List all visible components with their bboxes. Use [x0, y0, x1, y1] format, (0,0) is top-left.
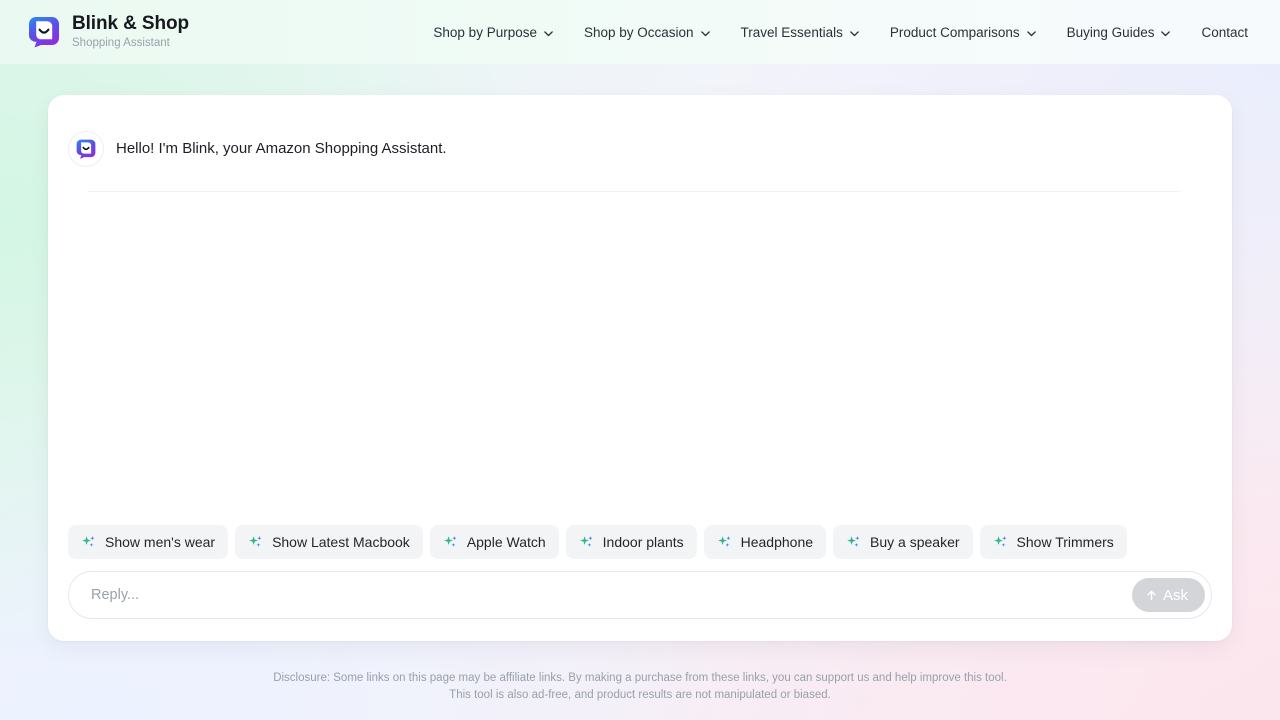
suggestion-chip-label: Show men's wear — [105, 534, 216, 550]
ask-button[interactable]: Ask — [1131, 578, 1205, 612]
assistant-avatar — [68, 131, 104, 167]
nav-item-travel-essentials[interactable]: Travel Essentials — [726, 17, 875, 48]
brand-subtitle: Shopping Assistant — [72, 37, 170, 49]
sparkles-icon — [81, 534, 97, 550]
suggestion-chip-list: Show men's wear Show Latest Macbook Appl… — [48, 525, 1232, 559]
nav-label: Product Comparisons — [889, 24, 1020, 40]
brand-logo-block[interactable]: Blink & Shop Shopping Assistant — [28, 13, 189, 51]
suggestion-chip-label: Buy a speaker — [870, 534, 960, 550]
arrow-up-icon — [1145, 589, 1158, 602]
message-list: Hello! I'm Blink, your Amazon Shopping A… — [48, 95, 1232, 192]
blink-chat-bubble-logo-icon — [28, 16, 60, 48]
suggestion-chip-indoor-plants[interactable]: Indoor plants — [565, 525, 697, 559]
main-navigation: Shop by Purpose Shop by Occasion Travel … — [418, 17, 1256, 48]
suggestion-chip-buy-a-speaker[interactable]: Buy a speaker — [833, 525, 973, 559]
brand-title: Blink & Shop — [72, 13, 190, 34]
nav-item-product-comparisons[interactable]: Product Comparisons — [875, 17, 1052, 48]
sparkles-icon — [846, 534, 862, 550]
suggestion-chip-apple-watch[interactable]: Apple Watch — [429, 525, 559, 559]
suggestion-chip-label: Show Trimmers — [1016, 534, 1114, 550]
reply-input[interactable] — [91, 572, 1132, 618]
conversation-scroll-area[interactable] — [48, 192, 1232, 525]
sparkles-icon — [717, 534, 733, 550]
nav-item-shop-by-purpose[interactable]: Shop by Purpose — [418, 17, 569, 48]
sparkles-icon — [248, 534, 264, 550]
sparkles-icon — [579, 534, 595, 550]
chevron-down-icon — [1026, 27, 1037, 38]
sparkles-icon — [443, 534, 459, 550]
brand-text-block: Blink & Shop Shopping Assistant — [72, 13, 189, 51]
message-composer: Ask — [68, 571, 1212, 619]
suggestion-chip-label: Apple Watch — [466, 534, 546, 550]
suggestion-chip-show-trimmers[interactable]: Show Trimmers — [979, 525, 1127, 559]
assistant-message: Hello! I'm Blink, your Amazon Shopping A… — [68, 131, 1200, 167]
assistant-message-text: Hello! I'm Blink, your Amazon Shopping A… — [116, 140, 447, 157]
suggestion-chip-label: Indoor plants — [602, 534, 684, 550]
suggestion-chip-label: Show Latest Macbook — [272, 534, 410, 550]
ask-button-label: Ask — [1162, 586, 1188, 604]
nav-label: Shop by Purpose — [433, 24, 537, 40]
nav-label: Travel Essentials — [740, 24, 843, 40]
suggestion-chip-headphone[interactable]: Headphone — [703, 525, 827, 559]
nav-item-buying-guides[interactable]: Buying Guides — [1052, 17, 1187, 48]
disclosure-line-2: This tool is also ad-free, and product r… — [449, 688, 831, 701]
suggestion-chip-show-mens-wear[interactable]: Show men's wear — [68, 525, 229, 559]
nav-label: Buying Guides — [1066, 24, 1155, 40]
chevron-down-icon — [849, 27, 860, 38]
suggestion-chip-label: Headphone — [740, 534, 814, 550]
sparkles-icon — [993, 534, 1009, 550]
suggestion-chip-show-latest-macbook[interactable]: Show Latest Macbook — [235, 525, 423, 559]
nav-item-shop-by-occasion[interactable]: Shop by Occasion — [569, 17, 726, 48]
site-header: Blink & Shop Shopping Assistant Shop by … — [0, 0, 1280, 64]
affiliate-disclosure: Disclosure: Some links on this page may … — [0, 670, 1280, 703]
nav-item-contact[interactable]: Contact — [1186, 17, 1256, 48]
nav-label: Shop by Occasion — [583, 24, 694, 40]
chat-card: Hello! I'm Blink, your Amazon Shopping A… — [48, 95, 1232, 641]
chevron-down-icon — [1160, 27, 1171, 38]
nav-label: Contact — [1201, 24, 1248, 40]
chevron-down-icon — [700, 27, 711, 38]
disclosure-line-1: Disclosure: Some links on this page may … — [273, 672, 1007, 684]
chevron-down-icon — [543, 27, 554, 38]
